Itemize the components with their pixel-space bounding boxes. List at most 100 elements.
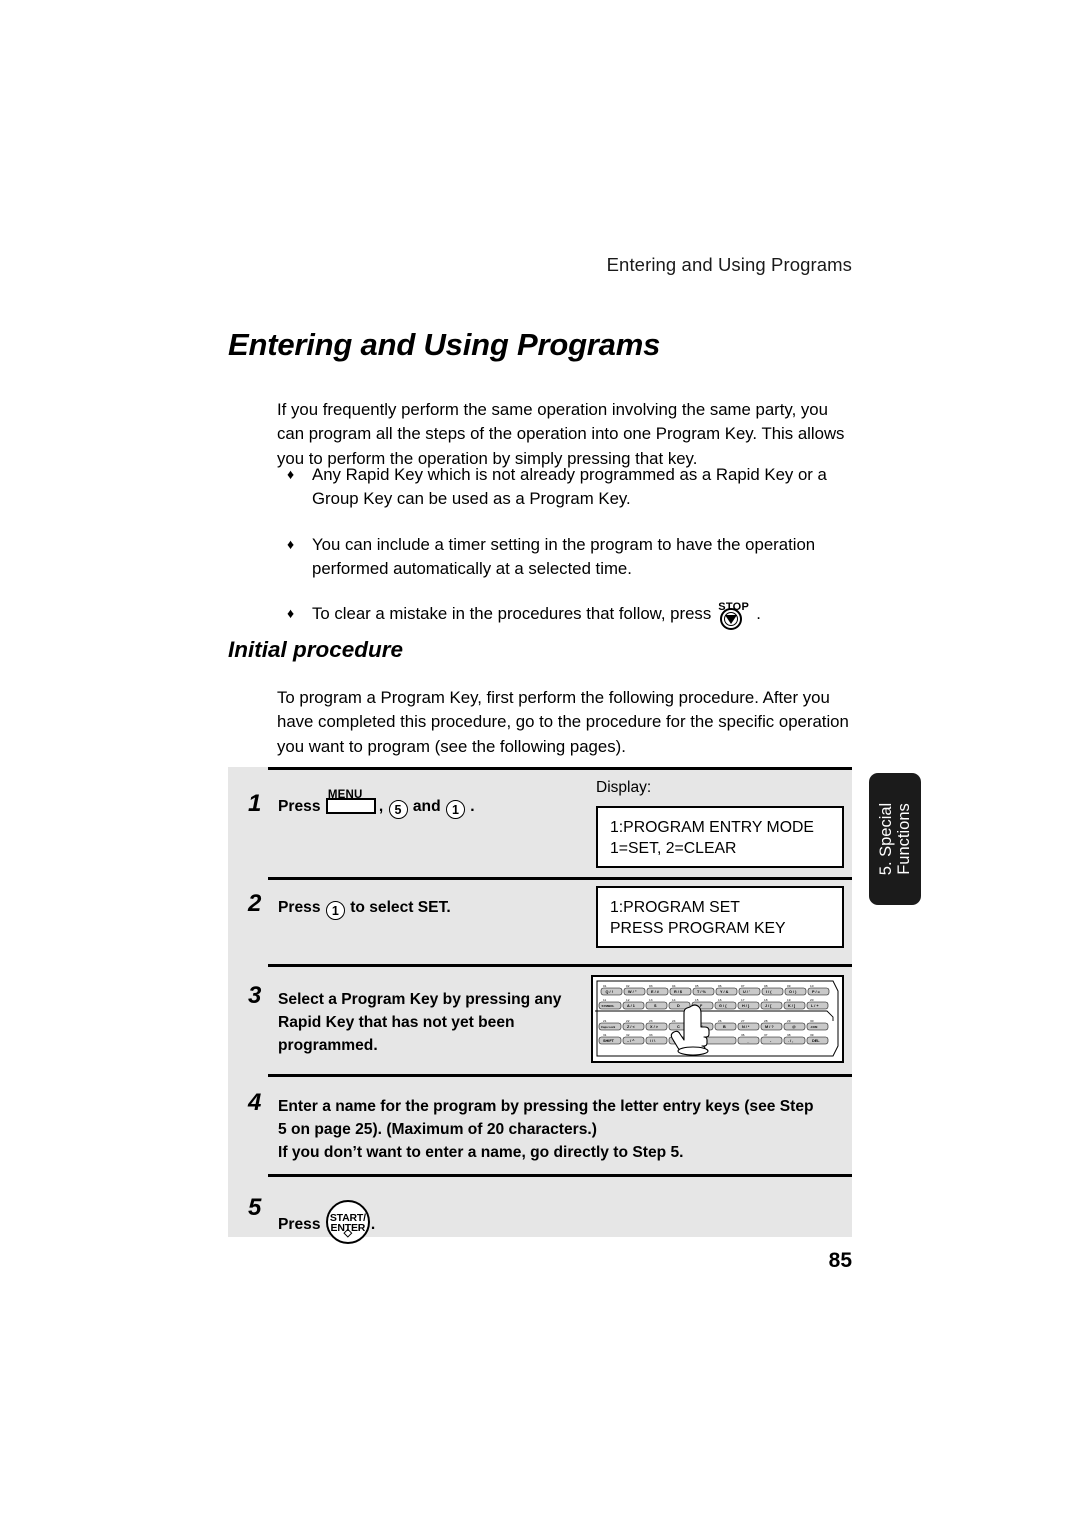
section-tab-line1: 5. Special (877, 802, 895, 876)
press-word: Press (278, 899, 321, 916)
svg-text:Y / &: Y / & (720, 990, 729, 994)
svg-text:Q / !: Q / ! (606, 990, 613, 994)
section-paragraph-block: To program a Program Key, first perform … (277, 686, 857, 759)
svg-text:32: 32 (626, 1033, 630, 1037)
list-item-text: Any Rapid Key which is not already progr… (312, 465, 827, 509)
step-instruction-tail: to select SET. (350, 899, 451, 916)
svg-text:.COM: .COM (810, 1025, 818, 1029)
svg-text:U / ': U / ' (743, 990, 750, 994)
step-line-3: programmed. (278, 1037, 378, 1054)
svg-text:O / ): O / ) (789, 990, 797, 994)
svg-text:31: 31 (603, 1033, 607, 1037)
svg-text:18: 18 (764, 998, 768, 1002)
svg-text:15: 15 (695, 998, 699, 1002)
section-paragraph: To program a Program Key, first perform … (277, 688, 849, 756)
numeric-key-5-icon: 5 (388, 800, 408, 819)
svg-text:A / 1: A / 1 (627, 1004, 635, 1008)
diamond-bullet-icon: ♦ (287, 535, 295, 552)
svg-text:K / ]: K / ] (788, 1004, 796, 1008)
svg-text:14: 14 (672, 998, 676, 1002)
page-title: Entering and Using Programs (228, 327, 661, 362)
svg-text:DEL: DEL (812, 1039, 820, 1043)
list-item-text: You can include a timer setting in the p… (312, 534, 816, 578)
press-word: Press (278, 798, 321, 815)
svg-text:29: 29 (787, 1019, 791, 1023)
svg-text:Z / <: Z / < (627, 1025, 635, 1029)
menu-key-icon: MENU (325, 789, 378, 815)
svg-text:E / #: E / # (651, 990, 660, 994)
svg-text:22: 22 (626, 1019, 630, 1023)
period: . (470, 798, 475, 815)
diamond-bullet-icon: ♦ (287, 466, 295, 482)
svg-text:36: 36 (741, 1033, 745, 1037)
svg-text:33: 33 (649, 1033, 653, 1037)
svg-text:03: 03 (649, 984, 653, 988)
svg-text:D: D (677, 1004, 680, 1008)
step-line-2: 5 on page 25). (Maximum of 20 characters… (278, 1121, 597, 1138)
numeric-key-1-icon: 1 (445, 800, 465, 819)
steps-panel: 1 Press MENU , 5 and 1 . Display: 1:PROG… (228, 767, 852, 1244)
step-5: 5 Press START/ ENTER ◇ . (228, 1174, 852, 1244)
svg-text:W / ": W / " (628, 990, 637, 994)
svg-text:38: 38 (787, 1033, 791, 1037)
svg-text:10: 10 (810, 984, 814, 988)
svg-text:27: 27 (741, 1019, 745, 1023)
svg-text:19: 19 (787, 998, 791, 1002)
step-3: 3 Select a Program Key by pressing any R… (228, 964, 852, 1074)
svg-text:16: 16 (718, 998, 722, 1002)
svg-text:C: C (677, 1025, 680, 1029)
step-number: 5 (248, 1194, 262, 1221)
list-item-text-tail: . (756, 604, 761, 624)
step-divider (268, 877, 852, 880)
list-item: ♦ Any Rapid Key which is not already pro… (285, 463, 860, 512)
svg-text:SHIFT: SHIFT (603, 1039, 615, 1043)
svg-text:I / (: I / ( (766, 990, 772, 994)
step-divider (268, 1174, 852, 1177)
step-line-1: Select a Program Key by pressing any (278, 991, 562, 1008)
step-line-2: Rapid Key that has not yet been (278, 1014, 515, 1031)
display-line-2: PRESS PROGRAM KEY (610, 920, 786, 937)
svg-text:37: 37 (764, 1033, 768, 1037)
page-number: 85 (828, 1249, 852, 1272)
start-enter-key-icon: START/ ENTER ◇ (325, 1200, 370, 1244)
step-divider (268, 1074, 852, 1077)
list-item: ♦ You can include a timer setting in the… (285, 533, 860, 582)
comma-separator: , (378, 798, 384, 815)
step-divider (268, 767, 852, 770)
svg-text:39: 39 (810, 1033, 814, 1037)
svg-text:26: 26 (718, 1019, 722, 1023)
keyboard-svg: .kn { font-family: "Liberation Sans", sa… (595, 980, 839, 1057)
step-instruction: Select a Program Key by pressing any Rap… (278, 988, 588, 1057)
svg-text:23: 23 (649, 1019, 653, 1023)
svg-text:17: 17 (741, 998, 745, 1002)
svg-text:02: 02 (626, 984, 630, 988)
svg-text:11: 11 (603, 998, 606, 1002)
intro-paragraph: If you frequently perform the same opera… (277, 400, 845, 468)
svg-text:20: 20 (810, 998, 814, 1002)
svg-text:B: B (723, 1025, 726, 1029)
step-number: 3 (248, 982, 262, 1009)
svg-text:04: 04 (672, 984, 676, 988)
running-header: Entering and Using Programs (606, 254, 852, 275)
intro-paragraph-block: If you frequently perform the same opera… (277, 398, 852, 471)
bullet-list: ♦ Any Rapid Key which is not already pro… (285, 463, 860, 631)
step-number: 2 (248, 890, 262, 917)
svg-text:– / ^: – / ^ (627, 1039, 635, 1043)
svg-text:R / $: R / $ (674, 990, 683, 994)
svg-text:. / ,: . / , (788, 1039, 793, 1043)
svg-text:08: 08 (764, 984, 768, 988)
step-number: 4 (248, 1089, 262, 1116)
svg-text:P / =: P / = (812, 990, 821, 994)
svg-text:01: 01 (603, 984, 607, 988)
display-label: Display: (596, 779, 652, 796)
step-line-3: If you don’t want to enter a name, go di… (278, 1144, 684, 1161)
stop-key-icon: STOP (715, 601, 755, 631)
svg-text:L / +: L / + (811, 1004, 819, 1008)
display-box-step1: 1:PROGRAM ENTRY MODE 1=SET, 2=CLEAR (596, 806, 844, 868)
svg-text:21: 21 (603, 1019, 607, 1023)
step-1: 1 Press MENU , 5 and 1 . Display: 1:PROG… (228, 767, 852, 877)
svg-text:06: 06 (718, 984, 722, 988)
svg-text:H / }: H / } (742, 1004, 750, 1008)
svg-text:G / {: G / { (719, 1004, 727, 1008)
step-line-1: Enter a name for the program by pressing… (278, 1098, 814, 1115)
